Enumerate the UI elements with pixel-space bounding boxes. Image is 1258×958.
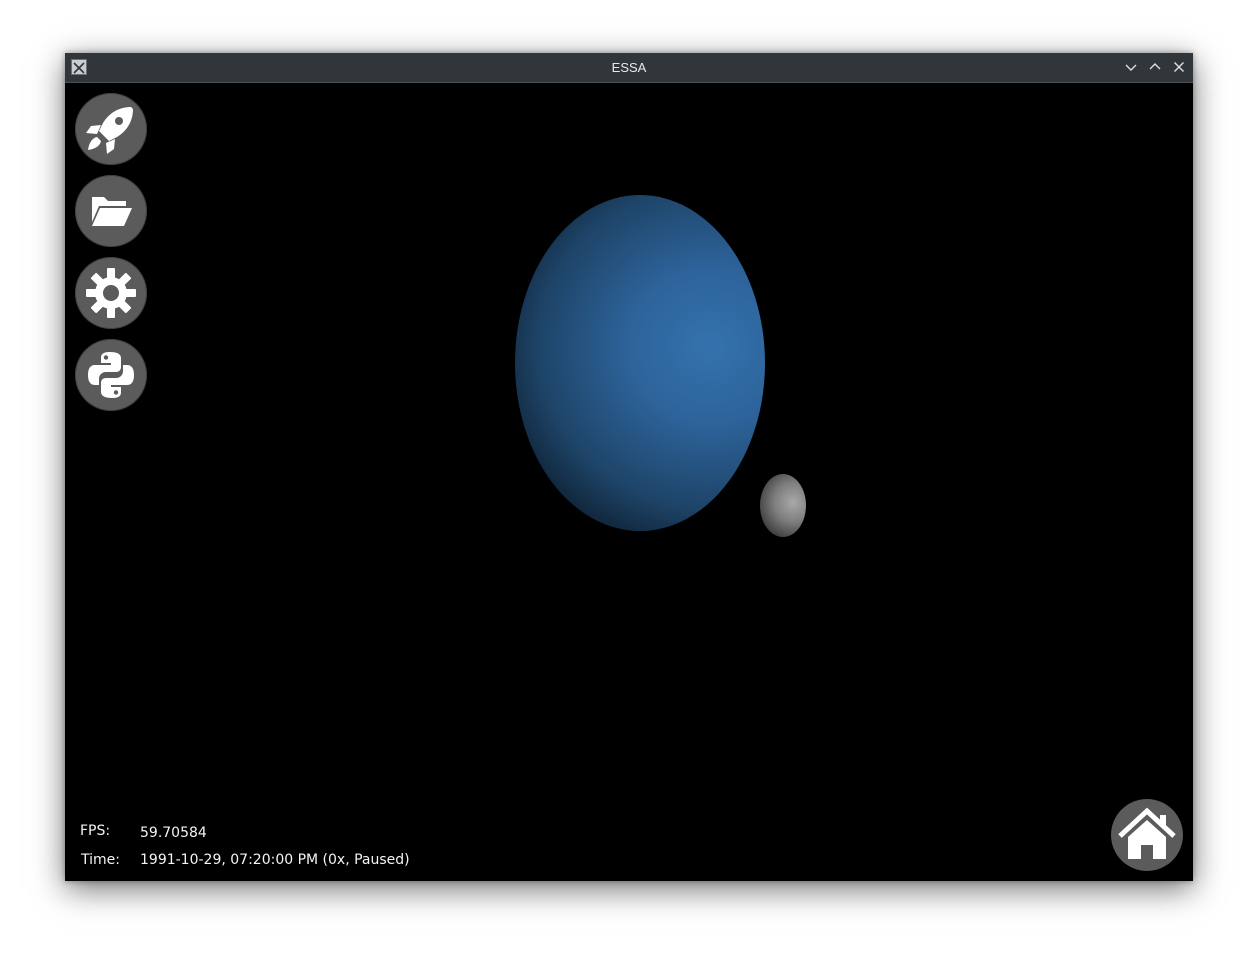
home-icon — [1118, 807, 1176, 859]
moon[interactable] — [760, 474, 806, 537]
home-button[interactable] — [1111, 799, 1183, 871]
fps-label: FPS: — [80, 823, 111, 839]
planet[interactable] — [515, 195, 765, 531]
simulation-button[interactable] — [75, 93, 147, 165]
time-label: Time: — [81, 852, 120, 868]
minimize-button[interactable] — [1123, 59, 1139, 75]
folder-open-icon — [92, 197, 132, 226]
time-value: 1991-10-29, 07:20:00 PM (0x, Paused) — [140, 852, 410, 868]
close-button[interactable] — [1171, 59, 1187, 75]
fps-value: 59.70584 — [140, 825, 207, 841]
app-window: ESSA FPS: 59.70584 Time: 1991-10-29, 07:… — [65, 53, 1193, 881]
python-console-button[interactable] — [75, 339, 147, 411]
chevron-up-icon — [1149, 63, 1161, 70]
gear-icon — [86, 268, 136, 318]
window-title: ESSA — [611, 60, 647, 75]
open-file-button[interactable] — [75, 175, 147, 247]
rocket-icon — [86, 107, 133, 154]
python-icon — [88, 352, 134, 398]
close-icon — [1174, 62, 1184, 72]
simulation-viewport[interactable]: FPS: 59.70584 Time: 1991-10-29, 07:20:00… — [65, 83, 1193, 881]
settings-button[interactable] — [75, 257, 147, 329]
maximize-button[interactable] — [1147, 59, 1163, 75]
chevron-down-icon — [1125, 64, 1137, 71]
title-bar[interactable]: ESSA — [65, 53, 1193, 83]
